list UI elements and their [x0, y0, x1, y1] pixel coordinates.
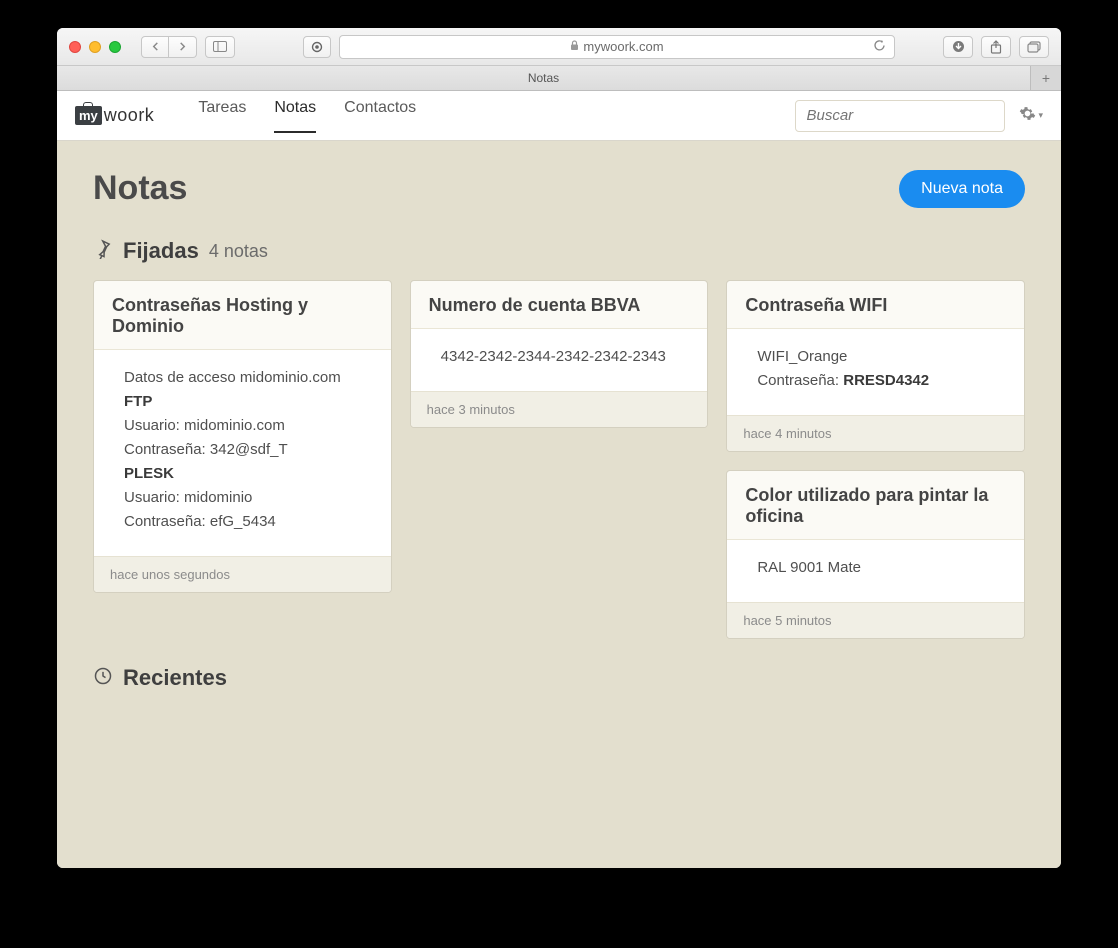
note-body: Datos de acceso midominio.comFTPUsuario:… — [94, 350, 391, 556]
minimize-window-button[interactable] — [89, 41, 101, 53]
pinned-title: Fijadas — [123, 238, 199, 264]
pin-icon — [93, 239, 113, 264]
note-card[interactable]: Color utilizado para pintar la oficinaRA… — [726, 470, 1025, 639]
pinned-count: 4 notas — [209, 241, 268, 262]
pinned-section-header: Fijadas 4 notas — [93, 238, 1025, 264]
logo[interactable]: my woork — [75, 105, 154, 126]
tab-bar: Notas + — [57, 66, 1061, 91]
gear-icon — [1019, 105, 1036, 127]
logo-text: woork — [104, 105, 155, 126]
settings-menu[interactable]: ▾ — [1019, 105, 1043, 127]
browser-tab[interactable]: Notas — [57, 66, 1031, 90]
back-button[interactable] — [141, 36, 169, 58]
note-card[interactable]: Contraseña WIFIWIFI_OrangeContraseña: RR… — [726, 280, 1025, 452]
note-body: RAL 9001 Mate — [727, 540, 1024, 602]
note-title: Numero de cuenta BBVA — [411, 281, 708, 329]
new-tab-button[interactable]: + — [1031, 66, 1061, 90]
share-button[interactable] — [981, 36, 1011, 58]
nav-links: Tareas Notas Contactos — [198, 99, 416, 133]
note-title: Contraseña WIFI — [727, 281, 1024, 329]
sidebar-toggle-button[interactable] — [205, 36, 235, 58]
nav-link-tareas[interactable]: Tareas — [198, 99, 246, 133]
forward-button[interactable] — [169, 36, 197, 58]
reload-icon[interactable] — [873, 39, 886, 55]
note-title: Color utilizado para pintar la oficina — [727, 471, 1024, 540]
address-bar[interactable]: mywoork.com — [339, 35, 895, 59]
search-input[interactable] — [795, 100, 1005, 132]
nav-link-contactos[interactable]: Contactos — [344, 99, 416, 133]
downloads-button[interactable] — [943, 36, 973, 58]
logo-mark: my — [75, 106, 102, 125]
close-window-button[interactable] — [69, 41, 81, 53]
notes-grid: Contraseñas Hosting y DominioDatos de ac… — [93, 280, 1025, 639]
recent-title: Recientes — [123, 665, 227, 691]
zoom-window-button[interactable] — [109, 41, 121, 53]
note-timestamp: hace unos segundos — [94, 556, 391, 592]
note-timestamp: hace 4 minutos — [727, 415, 1024, 451]
nav-buttons — [141, 36, 197, 58]
note-timestamp: hace 5 minutos — [727, 602, 1024, 638]
page-content: Notas Nueva nota Fijadas 4 notas Contras… — [57, 141, 1061, 868]
clock-icon — [93, 666, 113, 691]
url-text: mywoork.com — [583, 39, 663, 54]
note-timestamp: hace 3 minutos — [411, 391, 708, 427]
note-body: 4342-2342-2344-2342-2342-2343 — [411, 329, 708, 391]
lock-icon — [570, 40, 579, 54]
note-title: Contraseñas Hosting y Dominio — [94, 281, 391, 350]
note-card[interactable]: Numero de cuenta BBVA4342-2342-2344-2342… — [410, 280, 709, 428]
tabs-button[interactable] — [1019, 36, 1049, 58]
reader-button[interactable] — [303, 36, 331, 58]
nav-link-notas[interactable]: Notas — [274, 99, 316, 133]
note-body: WIFI_OrangeContraseña: RRESD4342 — [727, 329, 1024, 415]
traffic-lights — [69, 41, 121, 53]
new-note-button[interactable]: Nueva nota — [899, 170, 1025, 208]
browser-toolbar: mywoork.com — [57, 28, 1061, 66]
note-card[interactable]: Contraseñas Hosting y DominioDatos de ac… — [93, 280, 392, 593]
page-title: Notas — [93, 169, 187, 208]
chevron-down-icon: ▾ — [1038, 110, 1043, 121]
browser-window: mywoork.com Notas + — [57, 28, 1061, 868]
app-header: my woork Tareas Notas Contactos ▾ — [57, 91, 1061, 141]
tab-title: Notas — [528, 71, 559, 85]
recent-section-header: Recientes — [93, 665, 1025, 691]
